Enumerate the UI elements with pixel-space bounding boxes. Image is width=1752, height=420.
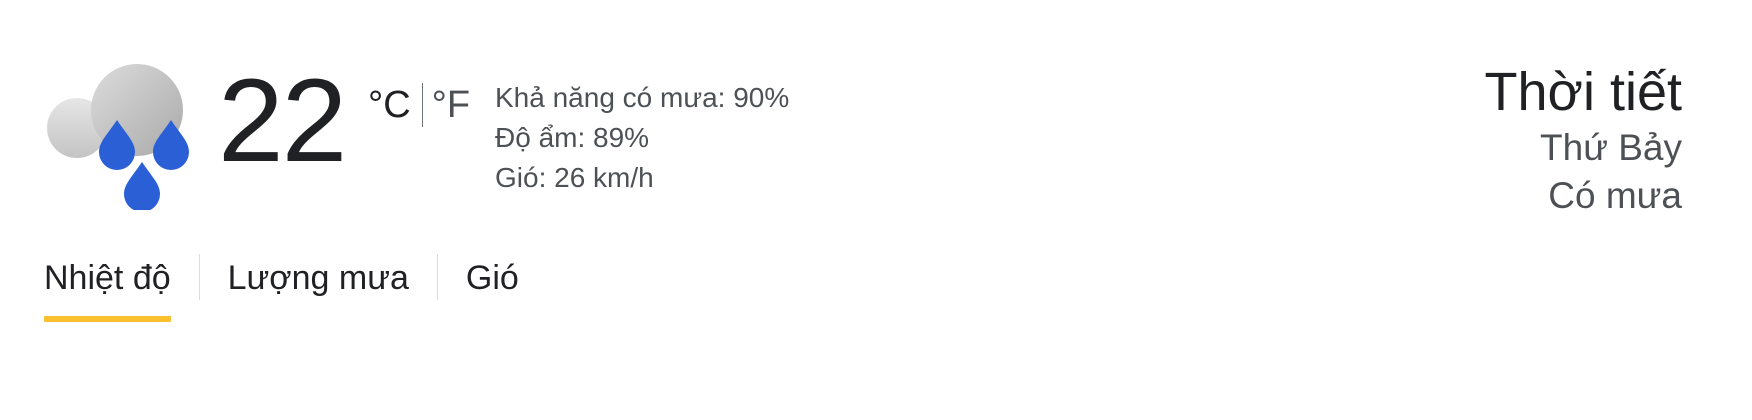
celsius-unit[interactable]: °C <box>368 86 411 124</box>
precipitation-chance: Khả năng có mưa: 90% <box>495 82 790 113</box>
weather-details: Khả năng có mưa: 90% Độ ẩm: 89% Gió: 26 … <box>495 78 789 198</box>
weather-header: Thời tiết Thứ Bảy Có mưa <box>1485 60 1682 220</box>
tab-divider <box>198 254 200 300</box>
tab-precipitation[interactable]: Lượng mưa <box>228 254 409 308</box>
weather-day: Thứ Bảy <box>1540 127 1682 168</box>
fahrenheit-unit[interactable]: °F <box>432 86 470 124</box>
tab-divider <box>436 254 438 300</box>
weather-title: Thời tiết <box>1484 62 1682 122</box>
unit-toggle: °C °F <box>368 82 470 128</box>
humidity: Độ ẩm: 89% <box>495 122 650 153</box>
unit-divider <box>421 83 423 127</box>
weather-tabs: Nhiệt độ Lượng mưa Gió <box>44 254 519 322</box>
wind-speed: Gió: 26 km/h <box>495 162 654 193</box>
rain-cloud-icon <box>45 60 195 212</box>
tab-wind[interactable]: Gió <box>466 254 519 308</box>
weather-condition: Có mưa <box>1548 175 1682 216</box>
current-temperature: 22 <box>218 55 347 187</box>
tab-temperature[interactable]: Nhiệt độ <box>44 254 171 322</box>
